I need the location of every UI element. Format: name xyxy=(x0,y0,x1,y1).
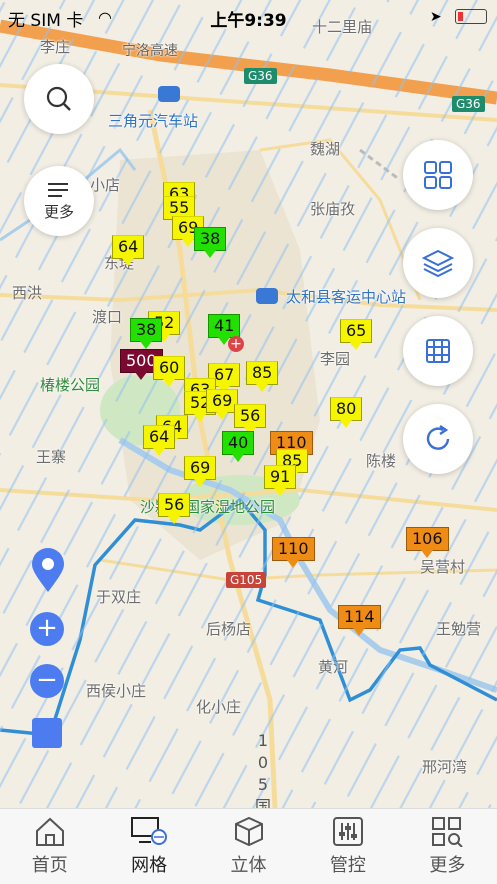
more-button[interactable]: 更多 xyxy=(24,166,94,236)
tab-grid[interactable]: 网格 xyxy=(99,809,198,884)
aqi-station-marker[interactable]: 114 xyxy=(338,605,381,636)
map-place-label: 椿楼公园 xyxy=(40,376,101,394)
aqi-station-marker[interactable]: 40 xyxy=(222,431,255,462)
aqi-station-marker[interactable]: 110 xyxy=(272,537,315,568)
vertical-road-label: 105国 xyxy=(255,731,272,808)
aqi-station-marker[interactable]: 80 xyxy=(330,397,363,428)
home-icon xyxy=(35,817,64,846)
map-place-label: 三角元汽车站 xyxy=(108,112,199,130)
tab-label: 首页 xyxy=(31,855,68,876)
battery-icon xyxy=(455,8,487,24)
location-arrow-icon: ➤ xyxy=(429,9,442,25)
list-icon xyxy=(48,182,68,197)
search-icon xyxy=(46,86,71,111)
grid-monitor-icon xyxy=(131,817,168,845)
tab-more[interactable]: 更多 xyxy=(398,809,497,884)
aqi-station-marker[interactable]: 60 xyxy=(153,356,186,387)
bottom-tab-bar: 首页 网格 立体 管控 更多 xyxy=(0,808,497,884)
tab-label: 更多 xyxy=(429,855,466,876)
location-pin-icon[interactable] xyxy=(30,548,66,594)
map-place-label: 黄河 xyxy=(318,658,349,676)
zoom-out-button[interactable]: − xyxy=(30,664,64,698)
map-place-label: 张庙孜 xyxy=(310,200,356,218)
aqi-station-marker[interactable]: 64 xyxy=(143,425,176,456)
highway-shield-badge: G105 xyxy=(226,572,267,588)
highway-shield-badge: G36 xyxy=(244,68,277,84)
table-grid-icon xyxy=(426,339,450,363)
more-button-label: 更多 xyxy=(43,202,74,221)
aqi-station-marker[interactable]: 56 xyxy=(234,404,267,435)
aqi-station-marker[interactable]: 56 xyxy=(158,493,191,524)
map-place-label: 化小庄 xyxy=(196,698,242,716)
tab-label: 管控 xyxy=(329,855,366,876)
refresh-button[interactable] xyxy=(403,404,473,474)
mesh-grid-button[interactable] xyxy=(403,316,473,386)
status-bar: 无 SIM 卡 ◠ 上午9:39 ➤ xyxy=(0,0,497,34)
map-place-label: 吴营村 xyxy=(420,558,466,576)
map-place-label: 陈楼 xyxy=(366,452,397,470)
aqi-station-marker[interactable]: 65 xyxy=(340,319,373,350)
highway-shield-badge: G36 xyxy=(452,96,485,112)
bus-station-icon xyxy=(256,288,278,304)
search-button[interactable] xyxy=(24,64,94,134)
zoom-in-button[interactable]: + xyxy=(30,612,64,646)
bus-station-icon xyxy=(158,86,180,102)
aqi-station-marker[interactable]: 41 xyxy=(208,314,241,345)
map-place-label: 西侯小庄 xyxy=(86,682,147,700)
map-place-label: 小店 xyxy=(90,176,121,194)
layers-button[interactable] xyxy=(403,228,473,298)
map-place-label: 王寨 xyxy=(36,448,67,466)
refresh-icon xyxy=(426,425,450,450)
map-place-label: 后杨店 xyxy=(206,620,252,638)
apps-search-icon xyxy=(432,817,464,847)
sliders-icon xyxy=(332,817,363,846)
aqi-station-marker[interactable]: 91 xyxy=(264,465,297,496)
hospital-icon: + xyxy=(228,336,244,352)
map-place-label: 西洪 xyxy=(12,284,43,302)
aqi-station-marker[interactable]: 85 xyxy=(246,361,279,392)
tab-3d[interactable]: 立体 xyxy=(199,809,298,884)
cube-icon xyxy=(234,816,263,847)
map-place-label: 太和县客运中心站 xyxy=(286,288,407,306)
battery-area: ➤ xyxy=(430,6,487,26)
grid-squares-icon xyxy=(424,161,452,189)
layout-grid-button[interactable] xyxy=(403,140,473,210)
tab-control[interactable]: 管控 xyxy=(298,809,397,884)
map-place-label: 李庄 xyxy=(40,38,71,56)
map-place-label: 于双庄 xyxy=(96,588,142,606)
aqi-station-marker[interactable]: 69 xyxy=(184,456,217,487)
map-place-label: 李园 xyxy=(320,350,351,368)
aqi-station-marker[interactable]: 38 xyxy=(194,227,227,258)
map-place-label: 宁洛高速 xyxy=(122,43,178,59)
aqi-station-marker[interactable]: 106 xyxy=(406,527,449,558)
map-place-label: 魏湖 xyxy=(310,140,341,158)
map-place-label: 渡口 xyxy=(92,308,123,326)
aqi-station-marker[interactable]: 38 xyxy=(130,318,163,349)
map-place-label: 王勉营 xyxy=(436,620,482,638)
square-select-icon[interactable] xyxy=(32,718,62,748)
map-place-label: 邢河湾 xyxy=(422,758,468,776)
tab-label: 网格 xyxy=(131,855,168,876)
aqi-station-marker[interactable]: 64 xyxy=(112,235,145,266)
clock-text: 上午9:39 xyxy=(210,11,287,31)
tab-home[interactable]: 首页 xyxy=(0,809,99,884)
tab-label: 立体 xyxy=(230,855,267,876)
layers-icon xyxy=(422,249,454,278)
